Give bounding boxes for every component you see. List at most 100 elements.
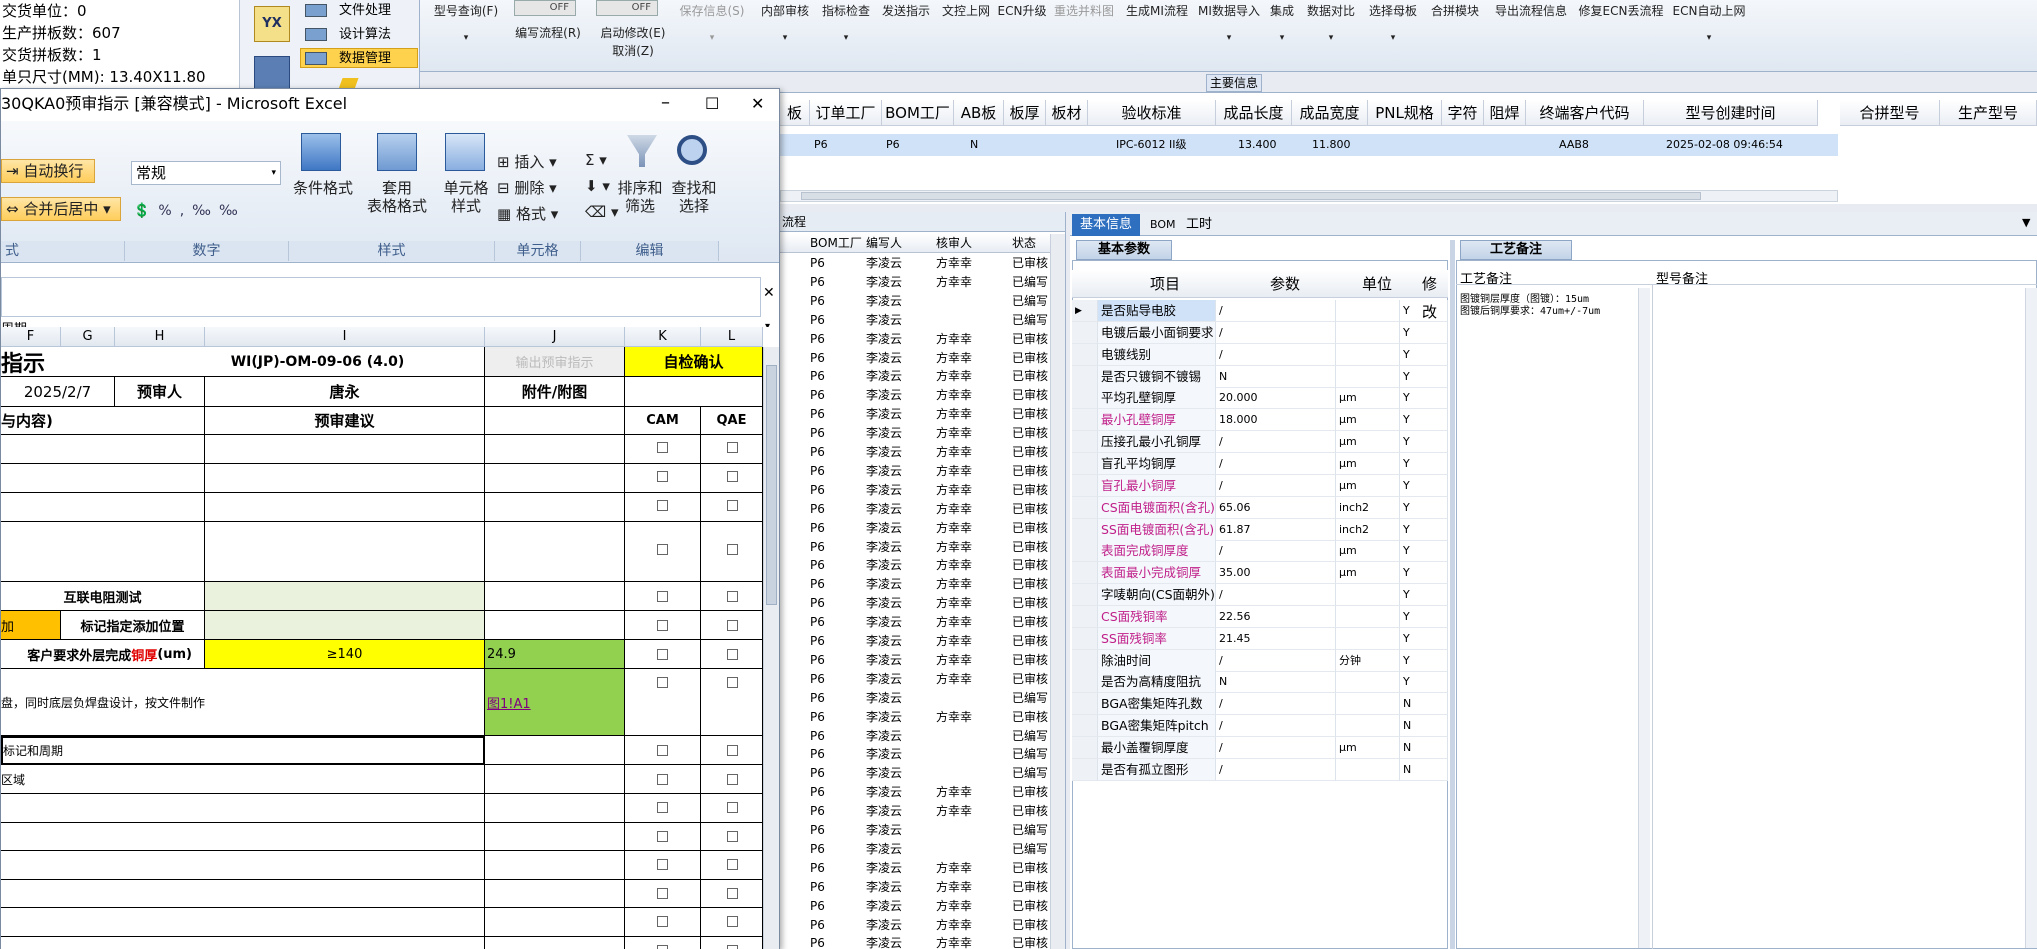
param-row[interactable]: 压接孔最小孔铜厚 / μm Y [1072,431,1448,454]
table-format-button[interactable]: 套用 表格格式 [361,179,433,215]
sheet-cell[interactable] [205,522,485,582]
toggle-switch[interactable]: OFF [596,0,658,16]
reviewer-label[interactable]: 预审人 [115,377,205,407]
attachment-header[interactable]: 附件/附图 [485,377,625,407]
col-header[interactable]: 成品长度 [1216,100,1292,126]
checkbox[interactable] [727,441,738,453]
checkbox[interactable] [727,802,738,813]
list-item[interactable]: P6 李凌云 方幸幸 已审核 [780,254,1065,273]
close-icon[interactable]: ✕ [751,89,764,119]
checkbox[interactable] [727,916,738,927]
export-flow-button[interactable]: 导出流程信息 [1486,2,1576,19]
copper-requirement-cell[interactable]: 客户要求外层完成 铜厚 (um) [1,640,205,669]
list-item[interactable]: P6 李凌云 已编写 [780,689,1065,708]
col-header[interactable]: 板厚 [1004,100,1046,126]
param-param[interactable]: 35.00 [1216,562,1336,585]
vertical-scrollbar[interactable] [2025,288,2037,948]
sheet-cell[interactable] [485,822,625,851]
col-header[interactable]: 编写人 [866,234,902,253]
maximize-icon[interactable]: ☐ [705,89,719,119]
qae-header[interactable]: QAE [701,407,763,435]
list-item[interactable]: P6 李凌云 已编写 [780,727,1065,746]
checkbox[interactable] [727,745,738,756]
pad-design-cell[interactable]: 盘，同时底层负焊盘设计，按文件制作 [1,669,485,736]
checkbox[interactable] [657,916,668,927]
sheet-cell[interactable] [1,908,485,937]
list-item[interactable]: P6 李凌云 已编写 [780,745,1065,764]
param-param[interactable]: 65.06 [1216,496,1336,519]
param-param[interactable]: / [1216,758,1336,781]
col-header[interactable]: 终端客户代码 [1526,100,1644,126]
copper-actual-value[interactable]: 24.9 [485,640,625,669]
nav-item-data[interactable]: 数据管理 [300,48,418,68]
list-item[interactable]: P6 李凌云 已编写 [780,821,1065,840]
col-header[interactable]: 核审人 [936,234,972,253]
column-header[interactable]: G [61,327,115,347]
checkbox[interactable] [727,677,738,688]
list-item[interactable]: P6 李凌云 已编写 [780,311,1065,330]
tab-basic-params[interactable]: 基本参数 [1076,240,1172,260]
merge-center-button[interactable]: ⇔ 合并后居中 ▾ [1,197,121,221]
column-header[interactable]: K [625,327,701,347]
col-header[interactable]: 成品宽度 [1292,100,1368,126]
param-param[interactable]: / [1216,540,1336,563]
data-compare-button[interactable]: 数据对比 ▾ [1300,2,1362,43]
list-item[interactable]: P6 李凌云 方幸幸 已审核 [780,783,1065,802]
param-param[interactable]: / [1216,300,1336,322]
list-item[interactable]: P6 李凌云 方幸幸 已审核 [780,443,1065,462]
checkbox[interactable] [727,887,738,899]
sheet-cell[interactable] [485,908,625,937]
param-param[interactable]: N [1216,365,1336,388]
checkbox[interactable] [727,591,738,602]
param-row[interactable]: 除油时间 / 分钟 Y [1072,649,1448,672]
col-header[interactable]: 生产型号 [1940,100,2037,126]
param-param[interactable]: 18.000 [1216,409,1336,432]
col-header[interactable]: PNL规格 [1368,100,1442,126]
list-item[interactable]: P6 李凌云 方幸幸 已审核 [780,613,1065,632]
sheet-title[interactable]: 指示 [1,347,151,377]
param-row[interactable]: 是否只镀铜不镀锡 N Y [1072,365,1448,388]
sheet-cell[interactable] [485,464,625,493]
minimize-icon[interactable]: – [661,88,670,118]
sheet-cell[interactable] [1,522,205,582]
list-item[interactable]: P6 李凌云 已编写 [780,840,1065,859]
param-param[interactable]: 20.000 [1216,387,1336,410]
param-row[interactable]: 是否有孤立图形 / N [1072,758,1448,781]
export-instruction-button[interactable]: 输出预审指示 [485,347,625,377]
column-header[interactable]: I [205,327,485,347]
list-item[interactable]: P6 李凌云 方幸幸 已编写 [780,273,1065,292]
list-item[interactable]: P6 李凌云 方幸幸 已审核 [780,405,1065,424]
vertical-scrollbar[interactable] [1050,234,1065,949]
sheet-cell[interactable] [1,435,205,464]
checkbox[interactable] [657,441,668,453]
list-item[interactable]: P6 李凌云 方幸幸 已审核 [780,556,1065,575]
flow-tab[interactable]: 流程 [780,212,1065,232]
content-header[interactable]: 与内容) [1,407,205,435]
list-item[interactable]: P6 李凌云 方幸幸 已审核 [780,349,1065,368]
sheet-cell[interactable] [1,936,485,949]
craft-note-text[interactable]: 图镀铜层厚度（图镀）：15um 图镀后铜厚要求：47um+/-7um [1460,294,1646,318]
checkbox[interactable] [727,859,738,870]
add-cell[interactable]: 加 [1,611,61,640]
param-row[interactable]: 是否为高精度阻抗 N Y [1072,671,1448,694]
checkbox[interactable] [657,745,668,756]
param-param[interactable]: / [1216,584,1336,607]
param-row[interactable]: ▶ 是否贴导电胶 / Y [1072,300,1448,322]
tab-basic-info[interactable]: 基本信息 [1072,214,1141,236]
checkbox[interactable] [657,802,668,813]
checkbox[interactable] [657,470,668,482]
cancel-button[interactable]: 取消(Z) [590,42,676,59]
checkbox[interactable] [727,499,738,511]
list-item[interactable]: P6 李凌云 方幸幸 已审核 [780,802,1065,821]
param-row[interactable]: 盲孔平均铜厚 / μm Y [1072,452,1448,475]
fill-button[interactable]: ⬇ ▾ [585,177,610,195]
param-row[interactable]: 电镀线别 / Y [1072,343,1448,366]
sheet-cell[interactable] [485,435,625,464]
indicator-check-button[interactable]: 指标检查 ▾ [816,2,876,43]
copper-requirement-value[interactable]: ≥140 [205,640,485,669]
splitter[interactable] [1450,240,1455,949]
col-header[interactable]: 状态 [1012,234,1036,253]
checkbox[interactable] [657,830,668,842]
ecn-upgrade-button[interactable]: ECN升级 [996,2,1048,19]
list-item[interactable]: P6 李凌云 已编写 [780,764,1065,783]
